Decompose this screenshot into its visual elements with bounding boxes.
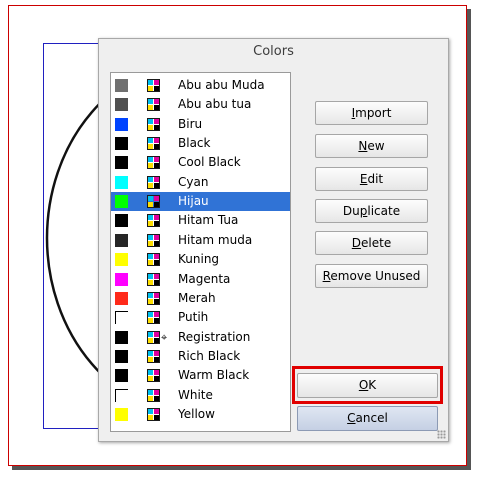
cmyk-model-icon (147, 117, 160, 131)
color-swatch (115, 330, 128, 344)
color-swatch (115, 311, 128, 325)
cmyk-model-icon (147, 272, 160, 286)
color-swatch (115, 349, 128, 363)
cmyk-model-icon (147, 330, 160, 344)
remove-unused-button[interactable]: Remove Unused (315, 264, 428, 288)
color-name: Hijau (178, 194, 209, 209)
ok-button-label: OK (358, 378, 377, 392)
color-swatch (115, 137, 128, 151)
resize-grip[interactable] (437, 430, 446, 439)
color-name: Rich Black (178, 348, 241, 363)
color-name: Hitam Tua (178, 213, 239, 228)
color-swatch (115, 156, 128, 170)
color-name: Putih (178, 310, 209, 325)
color-swatch (115, 369, 128, 383)
cancel-button-label: Cancel (347, 411, 388, 425)
cmyk-model-icon (147, 214, 160, 228)
cancel-button[interactable]: Cancel (297, 406, 438, 431)
cmyk-model-icon (147, 369, 160, 383)
cmyk-model-icon (147, 195, 160, 209)
ok-button[interactable]: OK (297, 373, 438, 398)
color-list-item[interactable]: Hijau (111, 192, 290, 212)
color-swatch (115, 117, 128, 131)
cmyk-model-icon (147, 233, 160, 247)
color-name: Cyan (178, 174, 209, 189)
delete-button-label: Delete (351, 236, 392, 250)
cmyk-model-icon (147, 137, 160, 151)
color-list-item[interactable]: Warm Black (111, 366, 290, 385)
color-name: Warm Black (178, 368, 250, 383)
cmyk-model-icon (147, 253, 160, 267)
new-button[interactable]: New (315, 134, 428, 158)
color-list-item[interactable]: Magenta (111, 270, 290, 289)
import-button-label: Import (351, 106, 392, 120)
delete-button[interactable]: Delete (315, 231, 428, 255)
color-list-item[interactable]: Abu abu tua (111, 95, 290, 114)
color-name: Merah (178, 290, 216, 305)
color-name: Yellow (178, 406, 215, 421)
import-button[interactable]: Import (315, 101, 428, 125)
color-name: Black (178, 136, 211, 151)
color-list-item[interactable]: Biru (111, 115, 290, 134)
color-list-item[interactable]: Cyan (111, 173, 290, 192)
color-list-item[interactable]: Black (111, 134, 290, 153)
cmyk-model-icon (147, 79, 160, 92)
color-list-item[interactable]: Abu abu Muda (111, 76, 290, 95)
color-list-item[interactable]: Yellow (111, 405, 290, 424)
color-swatch (115, 175, 128, 189)
color-list-item[interactable]: Cool Black (111, 153, 290, 172)
cmyk-model-icon (147, 156, 160, 170)
color-swatch (115, 233, 128, 247)
color-name: Cool Black (178, 155, 241, 170)
duplicate-button-label: Duplicate (342, 204, 401, 218)
color-swatch (115, 98, 128, 112)
cmyk-model-icon (147, 388, 160, 402)
color-list-item[interactable]: Putih (111, 308, 290, 327)
color-name: Registration (178, 329, 251, 344)
color-list-item[interactable]: Hitam muda (111, 231, 290, 250)
color-name: White (178, 387, 213, 402)
color-list-item[interactable]: Kuning (111, 250, 290, 269)
color-list-item[interactable]: White (111, 386, 290, 405)
color-swatch (115, 195, 128, 209)
cmyk-model-icon (147, 407, 160, 421)
color-swatch (115, 407, 128, 421)
color-swatch (115, 272, 128, 286)
color-name: Kuning (178, 252, 220, 267)
cmyk-model-icon (147, 98, 160, 112)
color-name: Abu abu Muda (178, 78, 265, 92)
color-list-item[interactable]: ⌖ Registration (111, 328, 290, 347)
color-name: Abu abu tua (178, 97, 252, 112)
color-list[interactable]: Abu abu Muda Abu abu tua Biru Black Cool Bla… (110, 72, 291, 432)
cmyk-model-icon (147, 291, 160, 305)
cmyk-model-icon (147, 311, 160, 325)
remove-unused-button-label: Remove Unused (322, 269, 421, 283)
duplicate-button[interactable]: Duplicate (315, 199, 428, 223)
edit-button-label: Edit (359, 172, 384, 186)
color-swatch (115, 79, 128, 92)
color-name: Biru (178, 116, 203, 131)
registration-mark-icon: ⌖ (161, 330, 168, 344)
color-list-item[interactable]: Merah (111, 289, 290, 308)
color-swatch (115, 214, 128, 228)
color-name: Magenta (178, 271, 231, 286)
color-swatch (115, 388, 128, 402)
color-name: Hitam muda (178, 232, 253, 247)
colors-dialog: Colors Abu abu Muda Abu abu tua Biru Black C… (98, 38, 449, 442)
color-swatch (115, 291, 128, 305)
edit-button[interactable]: Edit (315, 167, 428, 191)
color-list-item[interactable]: Rich Black (111, 347, 290, 366)
cmyk-model-icon (147, 349, 160, 363)
dialog-title: Colors (253, 44, 294, 59)
cmyk-model-icon (147, 175, 160, 189)
color-list-item[interactable]: Hitam Tua (111, 211, 290, 230)
color-swatch (115, 253, 128, 267)
new-button-label: New (358, 139, 385, 153)
